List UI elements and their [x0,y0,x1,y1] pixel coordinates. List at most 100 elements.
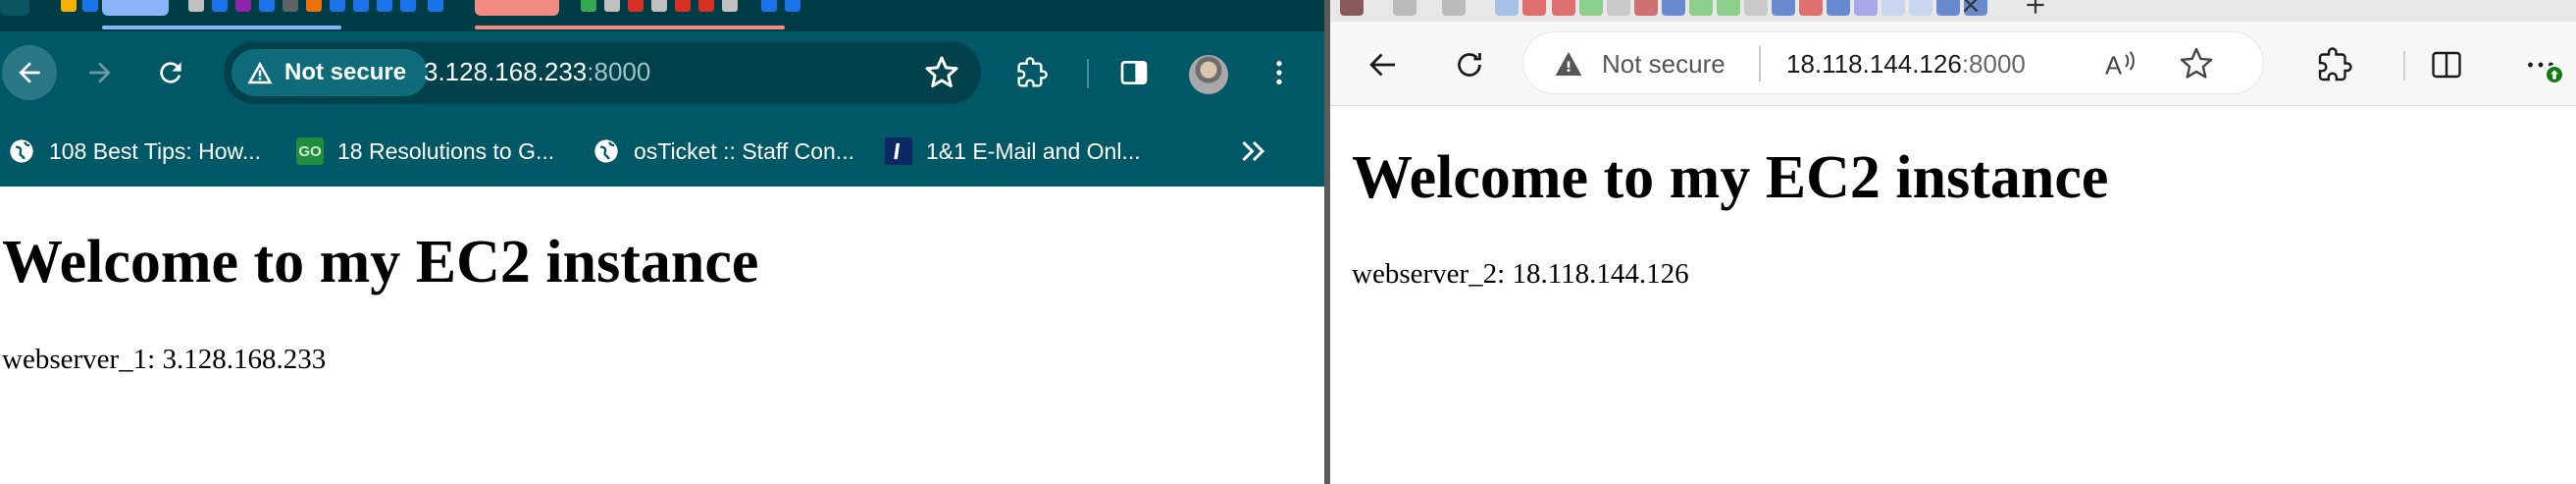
chevron-double-right-icon[interactable] [1236,134,1271,169]
chrome-window: Not secure 3.128.168.233:8000 108 Best T… [0,0,1324,484]
tab-favicon[interactable] [1442,0,1466,16]
reload-icon [1458,53,1481,77]
tab-favicon[interactable] [761,0,777,12]
bookmark-item[interactable]: 1&1 E-Mail and Onl... [885,134,1141,169]
tab-favicon[interactable] [1881,0,1905,16]
page-heading: Welcome to my EC2 instance [1352,144,2109,211]
tab-favicon[interactable] [283,0,298,12]
tab-favicon[interactable] [1634,0,1658,16]
reload-button[interactable] [143,45,198,100]
warning-icon[interactable] [1553,48,1584,80]
tab-favicon[interactable] [188,0,204,12]
security-label[interactable]: Not secure [1602,49,1726,80]
split-screen-icon [2432,51,2461,79]
edge-page-content: Welcome to my EC2 instance webserver_2: … [1330,106,2576,484]
tab-favicon[interactable] [428,0,443,12]
address-separator [1759,46,1761,81]
reload-icon [160,62,181,83]
tab-favicon[interactable] [675,0,691,12]
profile-avatar[interactable] [1189,55,1228,94]
tab-favicon[interactable] [330,0,345,12]
back-button[interactable] [2,45,57,100]
page-heading: Welcome to my EC2 instance [2,229,759,296]
menu-button[interactable] [1252,45,1307,100]
page-text: webserver_2: 18.118.144.126 [1352,258,1689,290]
extensions-button[interactable] [2311,41,2358,88]
tab-favicon[interactable] [400,0,416,12]
tab-red-group[interactable] [475,0,559,16]
ionos-icon [885,137,912,165]
tab-favicon[interactable] [1744,0,1768,16]
tab-favicon[interactable] [1717,0,1740,16]
bookmark-label: 1&1 E-Mail and Onl... [926,137,1141,164]
url-text[interactable]: 18.118.144.126:8000 [1786,49,2026,80]
tab-favicon[interactable] [235,0,251,12]
tab-favicon[interactable] [1495,0,1519,16]
tab-favicon[interactable] [604,0,620,12]
tab-favicon[interactable] [1827,0,1850,16]
tab-favicon[interactable] [1772,0,1795,16]
tab-favicon[interactable] [1799,0,1823,16]
url-host: 3.128.168.233 [424,57,588,86]
bookmark-item[interactable]: 108 Best Tips: How... [8,134,261,169]
tab-favicon[interactable] [61,0,77,12]
back-button[interactable] [1360,41,1407,88]
tab-favicon[interactable] [581,0,596,12]
tab-favicon[interactable] [1340,0,1364,16]
tab-favicon[interactable] [1662,0,1685,16]
extensions-button[interactable] [1005,45,1059,100]
edge-window: Not secure 18.118.144.126:8000 A Welcome… [1330,0,2576,484]
tab-favicon[interactable] [1909,0,1932,16]
tab-favicon[interactable] [1393,0,1417,16]
toolbar-divider [2403,51,2405,81]
side-panel-button[interactable] [1107,45,1161,100]
tab-favicon[interactable] [1854,0,1878,16]
tab-edge[interactable] [0,0,29,16]
new-tab-icon[interactable] [2021,0,2050,18]
tab-favicon[interactable] [82,0,98,12]
arrow-right-icon [89,62,111,83]
edge-tab-strip[interactable] [1330,0,2576,22]
bookmark-label: osTicket :: Staff Con... [634,137,854,164]
tab-favicon[interactable] [1579,0,1603,16]
address-bar[interactable]: Not secure 18.118.144.126:8000 A [1522,31,2264,94]
arrow-left-icon [19,62,40,83]
split-screen-button[interactable] [2423,41,2470,88]
url-port: :8000 [1961,49,2026,79]
bookmark-item[interactable]: osTicket :: Staff Con... [592,134,854,169]
more-vertical-icon [1276,61,1282,84]
favorites-star-icon[interactable] [2179,46,2214,81]
tab-favicon[interactable] [259,0,275,12]
tab-favicon[interactable] [1607,0,1630,16]
arrow-up-icon [2550,70,2559,80]
tab-favicon[interactable] [651,0,667,12]
tab-favicon[interactable] [377,0,392,12]
tab-favicon[interactable] [1552,0,1575,16]
close-tab-icon[interactable] [1956,0,1985,18]
tab-favicon[interactable] [212,0,228,12]
tab-favicon[interactable] [1689,0,1713,16]
reload-button[interactable] [1446,41,1493,88]
security-chip[interactable]: Not secure [232,49,428,96]
bookmark-label: 18 Resolutions to G... [337,137,555,164]
tab-favicon[interactable] [306,0,322,12]
url-text[interactable]: 3.128.168.233:8000 [424,57,650,87]
address-bar[interactable]: Not secure 3.128.168.233:8000 [224,41,981,104]
globe-icon [8,137,35,165]
tab-favicon[interactable] [628,0,644,12]
read-aloud-icon[interactable]: A [2102,46,2138,81]
tab-favicon[interactable] [722,0,738,12]
forward-button[interactable] [73,45,128,100]
bookmark-star-icon[interactable] [924,55,959,90]
tab-active-group[interactable] [102,0,169,16]
warning-icon [247,61,273,84]
tab-favicon[interactable] [698,0,714,12]
tab-favicon[interactable] [1522,0,1546,16]
puzzle-icon [2318,47,2352,81]
tab-group-underline [102,26,341,29]
chrome-tab-strip[interactable] [0,0,1324,31]
tab-favicon[interactable] [353,0,369,12]
url-port: :8000 [587,57,651,86]
tab-favicon[interactable] [785,0,800,12]
bookmark-item[interactable]: GO 18 Resolutions to G... [296,134,554,169]
